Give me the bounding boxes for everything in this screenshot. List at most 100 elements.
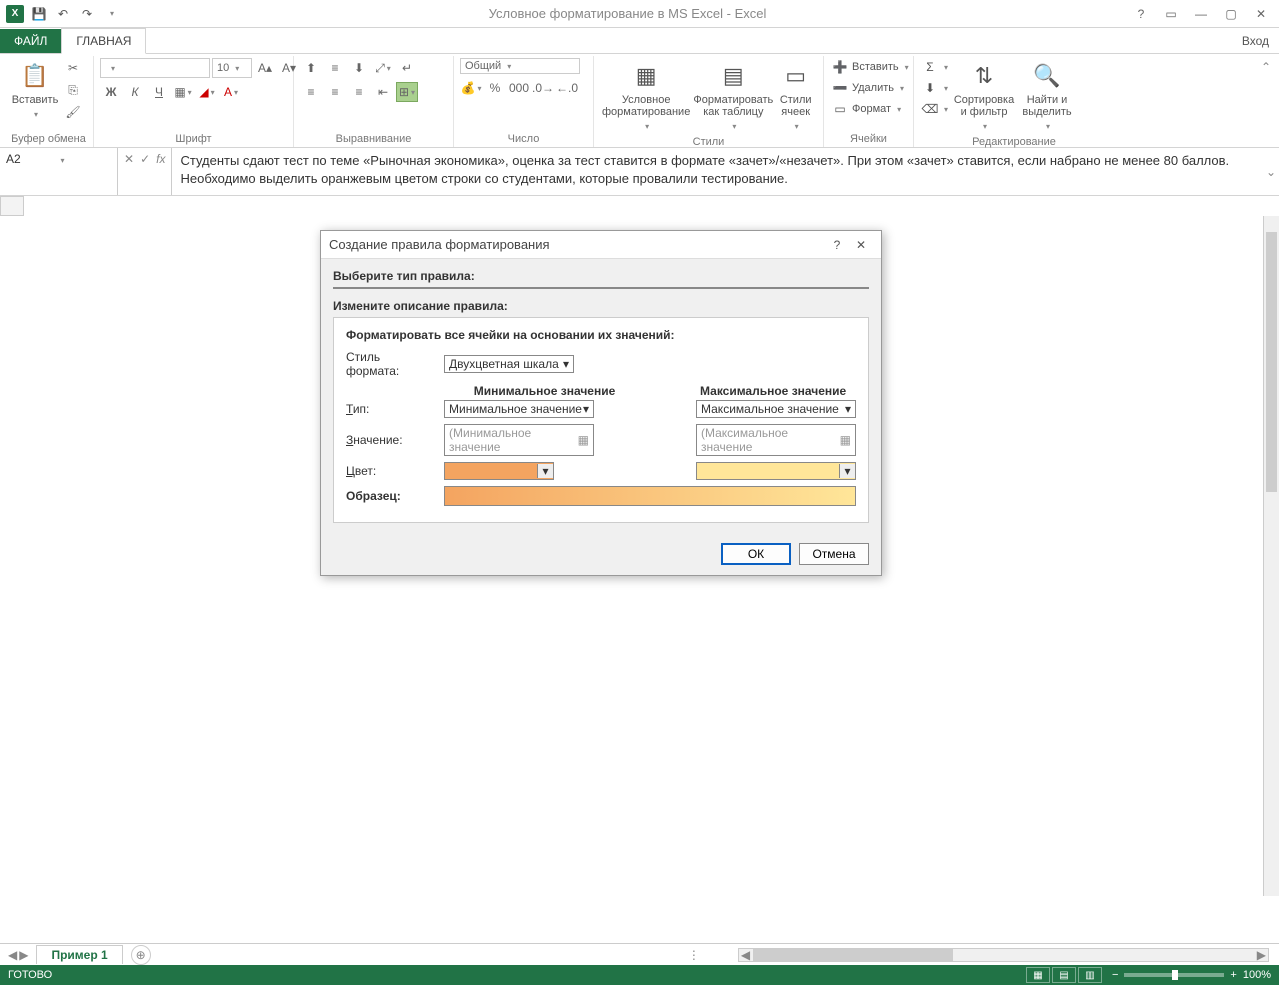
select-all-corner[interactable]	[0, 196, 24, 216]
insert-cells-button[interactable]: ➕Вставить	[830, 58, 911, 76]
percent-icon[interactable]: %	[484, 78, 506, 98]
cancel-formula-icon[interactable]: ✕	[124, 152, 134, 166]
tab-file[interactable]: ФАЙЛ	[0, 29, 61, 53]
conditional-formatting-dialog: Создание правила форматирования ? ✕ Выбе…	[320, 230, 882, 576]
enter-formula-icon[interactable]: ✓	[140, 152, 150, 166]
quick-access-toolbar: X 💾 ↶ ↷	[0, 3, 126, 25]
align-center-icon[interactable]: ≡	[324, 82, 346, 102]
name-box[interactable]: A2	[0, 148, 118, 195]
min-type-select[interactable]: Минимальное значение▾	[444, 400, 594, 418]
zoom-level[interactable]: 100%	[1243, 969, 1271, 981]
bold-icon[interactable]: Ж	[100, 82, 122, 102]
save-icon[interactable]: 💾	[28, 3, 50, 25]
conditional-formatting-button[interactable]: ▦ Условное форматирование	[600, 58, 692, 134]
max-value-input[interactable]: (Максимальное значение▦	[696, 424, 856, 456]
align-left-icon[interactable]: ≡	[300, 82, 322, 102]
sheet-prev-icon[interactable]: ◀	[8, 948, 17, 962]
format-style-select[interactable]: Двухцветная шкала▾	[444, 355, 574, 373]
accounting-icon[interactable]: 💰	[460, 78, 482, 98]
status-bar: ГОТОВО ▦ ▤ ▥ − + 100%	[0, 965, 1279, 985]
dialog-title: Создание правила форматирования	[329, 237, 825, 252]
horizontal-scrollbar[interactable]: ◀ ▶	[738, 948, 1269, 962]
cancel-button[interactable]: Отмена	[799, 543, 869, 565]
view-page-layout-icon[interactable]: ▤	[1052, 967, 1076, 983]
font-size-combo[interactable]: 10	[212, 58, 252, 78]
fill-color-icon[interactable]: ◢	[196, 82, 218, 102]
orientation-icon[interactable]: ⤢	[372, 58, 394, 78]
wrap-text-icon[interactable]: ↵	[396, 58, 418, 78]
view-page-break-icon[interactable]: ▥	[1078, 967, 1102, 983]
find-icon: 🔍	[1031, 60, 1063, 92]
format-cells-button[interactable]: ▭Формат	[830, 100, 911, 118]
max-type-select[interactable]: Максимальное значение▾	[696, 400, 856, 418]
range-picker-icon[interactable]: ▦	[578, 433, 589, 447]
delete-cells-button[interactable]: ➖Удалить	[830, 79, 911, 97]
minimize-icon[interactable]: —	[1189, 4, 1213, 24]
group-cells-label: Ячейки	[830, 131, 907, 147]
fill-button[interactable]: ⬇	[920, 79, 950, 97]
expand-formula-bar-icon[interactable]: ⌄	[1263, 148, 1279, 195]
clipboard-icon: 📋	[19, 60, 51, 92]
close-icon[interactable]: ✕	[1249, 4, 1273, 24]
merge-center-icon[interactable]: ⊞	[396, 82, 418, 102]
align-middle-icon[interactable]: ≡	[324, 58, 346, 78]
cut-icon[interactable]: ✂	[62, 58, 84, 78]
italic-icon[interactable]: К	[124, 82, 146, 102]
insert-icon: ➕	[832, 59, 848, 75]
comma-icon[interactable]: 000	[508, 78, 530, 98]
align-top-icon[interactable]: ⬆	[300, 58, 322, 78]
collapse-ribbon-icon[interactable]: ⌃	[1257, 56, 1275, 147]
dialog-close-icon[interactable]: ✕	[849, 235, 873, 255]
decrease-indent-icon[interactable]: ⇤	[372, 82, 394, 102]
decrease-decimal-icon[interactable]: ←.0	[556, 78, 578, 98]
align-right-icon[interactable]: ≡	[348, 82, 370, 102]
excel-app-icon[interactable]: X	[4, 3, 26, 25]
cell-styles-button[interactable]: ▭ Стили ячеек	[774, 58, 817, 134]
font-family-combo[interactable]	[100, 58, 210, 78]
fx-icon[interactable]: fx	[156, 152, 165, 166]
undo-icon[interactable]: ↶	[52, 3, 74, 25]
clear-button[interactable]: ⌫	[920, 100, 950, 118]
max-color-select[interactable]: ▾	[696, 462, 856, 480]
format-as-table-button[interactable]: ▤ Форматировать как таблицу	[694, 58, 772, 134]
copy-icon[interactable]: ⎘	[62, 80, 84, 100]
zoom-out-icon[interactable]: −	[1112, 969, 1118, 981]
align-bottom-icon[interactable]: ⬇	[348, 58, 370, 78]
qat-customize-icon[interactable]	[100, 3, 122, 25]
new-sheet-button[interactable]: ⊕	[131, 945, 151, 965]
dialog-titlebar[interactable]: Создание правила форматирования ? ✕	[321, 231, 881, 259]
tab-главная[interactable]: ГЛАВНАЯ	[61, 28, 146, 54]
maximize-icon[interactable]: ▢	[1219, 4, 1243, 24]
help-icon[interactable]: ?	[1129, 4, 1153, 24]
sort-filter-button[interactable]: ⇅ Сортировка и фильтр	[952, 58, 1016, 134]
vertical-scrollbar[interactable]	[1263, 216, 1279, 896]
sheet-next-icon[interactable]: ▶	[19, 948, 28, 962]
hscroll-split-icon[interactable]: ⋮	[680, 948, 708, 962]
redo-icon[interactable]: ↷	[76, 3, 98, 25]
login-link[interactable]: Вход	[1232, 29, 1279, 53]
eraser-icon: ⌫	[922, 101, 938, 117]
find-select-button[interactable]: 🔍 Найти и выделить	[1018, 58, 1076, 134]
min-value-input[interactable]: (Минимальное значение▦	[444, 424, 594, 456]
increase-decimal-icon[interactable]: .0→	[532, 78, 554, 98]
formula-input[interactable]: Студенты сдают тест по теме «Рыночная эк…	[172, 148, 1263, 195]
format-painter-icon[interactable]: 🖌	[62, 102, 84, 122]
autosum-button[interactable]: Σ	[920, 58, 950, 76]
underline-icon[interactable]: Ч	[148, 82, 170, 102]
fill-icon: ⬇	[922, 80, 938, 96]
sheet-tab-active[interactable]: Пример 1	[36, 945, 122, 964]
increase-font-icon[interactable]: A▴	[254, 58, 276, 78]
number-format-combo[interactable]: Общий	[460, 58, 580, 74]
view-normal-icon[interactable]: ▦	[1026, 967, 1050, 983]
min-color-select[interactable]: ▾	[444, 462, 554, 480]
zoom-in-icon[interactable]: +	[1230, 969, 1236, 981]
paste-button[interactable]: 📋 Вставить	[10, 58, 60, 122]
font-color-icon[interactable]: A	[220, 82, 242, 102]
ribbon-options-icon[interactable]: ▭	[1159, 4, 1183, 24]
ok-button[interactable]: ОК	[721, 543, 791, 565]
borders-icon[interactable]: ▦	[172, 82, 194, 102]
rule-type-list[interactable]	[333, 287, 869, 289]
dialog-help-icon[interactable]: ?	[825, 235, 849, 255]
zoom-slider[interactable]	[1124, 973, 1224, 977]
range-picker-icon[interactable]: ▦	[840, 433, 851, 447]
